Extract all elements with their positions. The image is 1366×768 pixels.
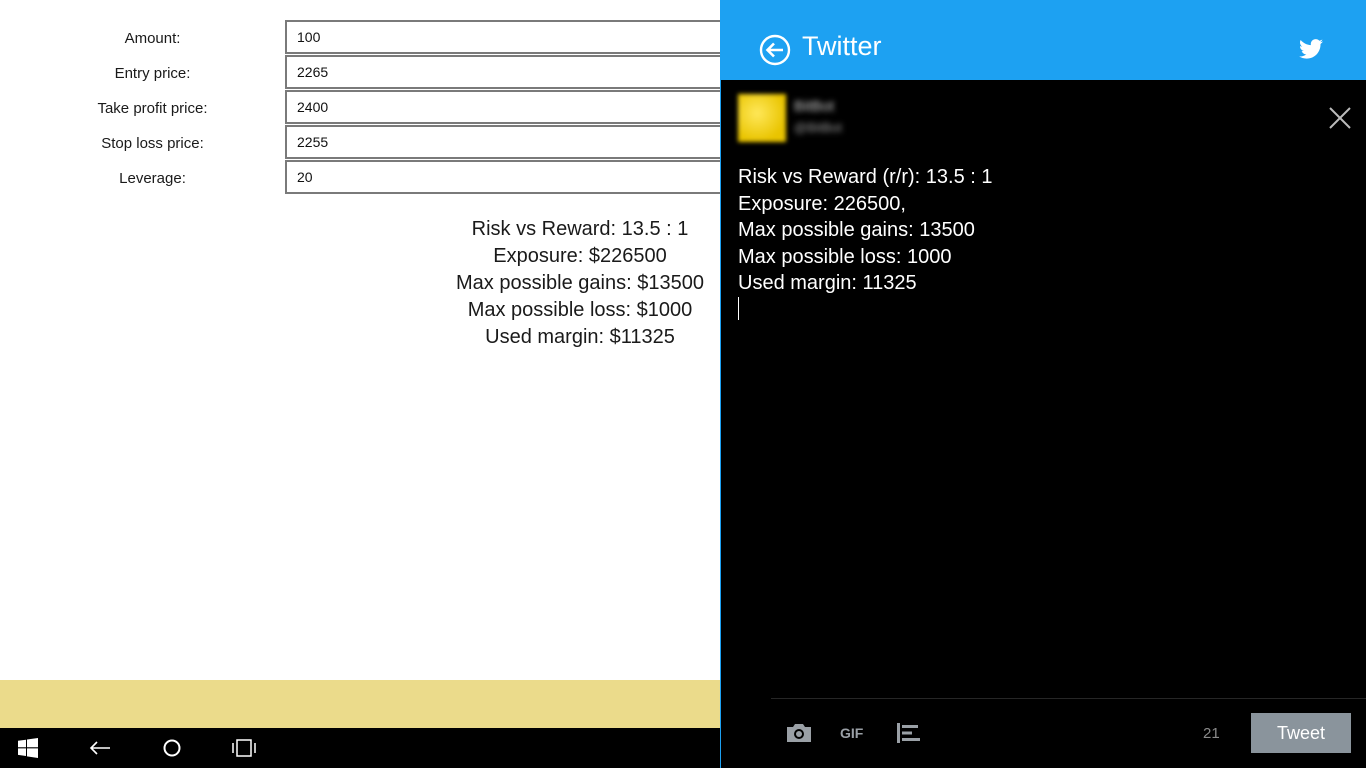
share-header: Twitter (721, 0, 1366, 80)
leverage-label: Leverage: (119, 170, 186, 187)
entry-price-input[interactable] (285, 55, 720, 89)
amount-label: Amount: (124, 30, 181, 47)
tweet-line: Max possible gains: 13500 (738, 219, 975, 241)
account-name: BitBot (794, 98, 835, 115)
cortana-button[interactable] (148, 728, 196, 768)
back-icon (89, 741, 110, 755)
tweet-line: Risk vs Reward (r/r): 13.5 : 1 (738, 166, 993, 188)
take-profit-input[interactable] (285, 90, 720, 124)
avatar (738, 94, 786, 142)
result-used-margin: Used margin: $11325 (485, 326, 675, 348)
text-caret (738, 297, 739, 320)
stop-loss-label: Stop loss price: (101, 135, 204, 152)
character-count: 21 (1203, 725, 1220, 742)
amount-input[interactable] (285, 20, 720, 54)
calculator-app: Amount: Entry price: Take profit price: … (0, 0, 720, 728)
tweet-line: Max possible loss: 1000 (738, 245, 952, 268)
leverage-input[interactable] (285, 160, 720, 194)
cortana-icon (163, 739, 181, 757)
take-profit-label: Take profit price: (97, 100, 208, 117)
add-photo-button[interactable] (785, 720, 813, 746)
taskbar-back-button[interactable] (76, 728, 124, 768)
back-arrow-icon[interactable] (759, 34, 791, 66)
tweet-line: Used margin: 11325 (738, 272, 917, 294)
account-handle: @BitBot (794, 120, 842, 135)
entry-price-label: Entry price: (114, 65, 191, 82)
result-risk-reward: Risk vs Reward: 13.5 : 1 (471, 218, 689, 240)
result-max-loss: Max possible loss: $1000 (467, 299, 693, 321)
app-bottom-bar (0, 680, 720, 728)
twitter-share-pane: Twitter BitBot @BitBot Risk vs Reward (r… (720, 0, 1366, 768)
camera-icon (787, 724, 811, 742)
add-poll-button[interactable] (897, 720, 921, 746)
close-icon[interactable] (1327, 105, 1353, 131)
add-gif-button[interactable]: GIF (840, 720, 863, 746)
footer-divider (771, 698, 1366, 699)
stop-loss-input[interactable] (285, 125, 720, 159)
tweet-text-area[interactable]: Risk vs Reward (r/r): 13.5 : 1 Exposure:… (738, 164, 1338, 297)
taskbar (0, 728, 720, 768)
windows-start-button[interactable] (4, 728, 52, 768)
twitter-bird-icon (1299, 39, 1323, 59)
poll-icon (897, 723, 920, 743)
windows-start-icon (18, 738, 38, 758)
gif-icon: GIF (840, 725, 864, 741)
task-view-icon (232, 739, 256, 757)
share-title: Twitter (802, 31, 882, 61)
result-exposure: Exposure: $226500 (493, 245, 667, 267)
task-view-button[interactable] (220, 728, 268, 768)
tweet-line: Exposure: 226500, (738, 192, 906, 215)
tweet-button[interactable]: Tweet (1251, 713, 1351, 753)
result-max-gains: Max possible gains: $13500 (456, 272, 704, 294)
